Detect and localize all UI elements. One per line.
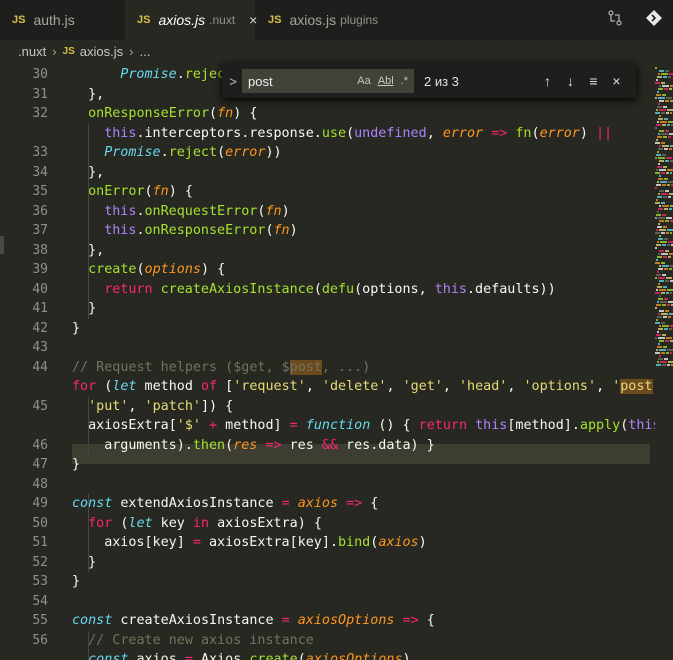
line-number: 36 [32, 203, 48, 219]
line-number: 43 [32, 340, 48, 355]
line-number: 46 [32, 437, 48, 453]
next-match-icon[interactable]: ↓ [559, 73, 582, 89]
find-input[interactable]: post Aa Abl .* [242, 69, 414, 93]
tab-label: auth.js [33, 12, 75, 28]
tab-bar: JS auth.js JS axios.js .nuxt × JS axios.… [0, 0, 673, 40]
line-number: 40 [32, 281, 48, 297]
editor-actions [607, 0, 663, 40]
line-number: 30 [32, 67, 48, 82]
line-number: 51 [32, 535, 48, 550]
line-number: 38 [32, 242, 48, 258]
javascript-file-icon: JS [268, 14, 282, 26]
line-number [0, 416, 48, 435]
tab-label: axios.js [289, 12, 337, 28]
line-number: 41 [32, 301, 48, 316]
breadcrumb: .nuxt › JS axios.js › ... [0, 40, 673, 62]
tab-axios-js-plugins[interactable]: JS axios.js plugins [256, 0, 400, 40]
match-count: 2 из 3 [424, 73, 459, 89]
code-line: this.onResponseError(fn) [104, 223, 298, 238]
code-line: } [72, 574, 81, 589]
tab-auth-js[interactable]: JS auth.js [0, 0, 124, 40]
code-line: // Create new axios instance [88, 632, 314, 648]
previous-match-icon[interactable]: ↑ [536, 73, 559, 89]
tab-description: plugins [340, 13, 379, 27]
line-number: 54 [32, 593, 48, 609]
code-line: onResponseError(fn) { [88, 106, 258, 121]
line-number: 32 [32, 106, 48, 121]
line-number: 50 [32, 515, 48, 531]
code-line: for (let method of ['request', 'delete',… [72, 379, 669, 394]
line-number: 39 [32, 262, 48, 277]
line-number: 53 [32, 574, 48, 589]
line-number: 31 [32, 86, 48, 102]
chevron-right-icon: › [129, 43, 134, 59]
close-icon[interactable]: × [605, 73, 628, 89]
chevron-right-icon: › [52, 43, 57, 59]
code-line: } [72, 457, 81, 472]
find-in-selection-icon[interactable]: ≡ [582, 73, 605, 89]
code-line: arguments).then(res => res && res.data) … [104, 437, 435, 453]
breadcrumb-folder[interactable]: .nuxt [18, 44, 46, 59]
find-widget: > post Aa Abl .* 2 из 3 ↑ ↓ ≡ × [222, 64, 636, 98]
regex-icon[interactable]: .* [401, 75, 408, 87]
match-case-icon[interactable]: Aa [357, 75, 370, 87]
find-query: post [248, 73, 273, 89]
code-editor[interactable]: 30 31 32 33 34 35 36 37 38 39 40 41 42 43 44 45 46 47 48 49… [0, 62, 673, 660]
code-line: this.interceptors.response.use(undefined… [104, 125, 613, 141]
code-line: const createAxiosInstance = axiosOptions… [72, 613, 435, 628]
line-number: 37 [32, 223, 48, 238]
toggle-replace-icon[interactable]: > [224, 74, 242, 89]
code-line: onError(fn) { [88, 184, 193, 199]
match-whole-word-icon[interactable]: Abl [378, 75, 394, 87]
javascript-file-icon: JS [12, 14, 26, 26]
breadcrumb-file[interactable]: axios.js [80, 44, 123, 59]
code-line: for (let key in axiosExtra) { [88, 515, 322, 531]
indent-guide [88, 123, 89, 319]
line-number: 56 [32, 632, 48, 648]
line-number: 52 [32, 554, 48, 570]
code-line: const extendAxiosInstance = axios => { [72, 496, 379, 511]
line-number: 44 [32, 359, 48, 375]
code-line: }, [88, 242, 105, 258]
tab-axios-js-nuxt[interactable]: JS axios.js .nuxt × [125, 0, 257, 40]
line-number [0, 124, 48, 143]
line-number: 33 [32, 145, 48, 160]
code-line: // Request helpers ($get, $post, ...) [72, 359, 371, 375]
tab-description: .nuxt [209, 13, 236, 27]
javascript-file-icon: JS [62, 45, 75, 57]
code-line: return createAxiosInstance(defu(options,… [104, 281, 556, 297]
minimap[interactable] [655, 62, 673, 660]
breadcrumb-symbol[interactable]: ... [139, 44, 150, 59]
line-number: 47 [32, 457, 48, 472]
indent-guide [88, 494, 89, 572]
line-number: 34 [32, 164, 48, 180]
code-line: axios[key] = axiosExtra[key].bind(axios) [104, 535, 427, 550]
code-line: Promise.reject(error)) [104, 145, 282, 160]
line-number: 48 [32, 476, 48, 492]
line-number: 49 [32, 496, 48, 511]
line-number: 42 [32, 320, 48, 336]
tab-label: axios.js [158, 12, 206, 28]
line-number [0, 377, 48, 396]
line-number: 55 [32, 613, 48, 628]
code-line: } [88, 554, 97, 570]
source-control-icon[interactable] [645, 9, 663, 31]
indent-guide [88, 396, 89, 455]
code-line: } [88, 301, 97, 316]
code-line: this.onRequestError(fn) [104, 203, 290, 219]
code-line: 'put', 'patch']) { [88, 398, 234, 414]
code-line: }, [88, 86, 105, 102]
line-number: 35 [32, 184, 48, 199]
code-line: const axios = Axios.create(axiosOptions) [88, 652, 411, 660]
code-line: axiosExtra['$' + method] = function () {… [88, 418, 669, 433]
code-line: create(options) { [88, 262, 226, 277]
compare-changes-icon[interactable] [607, 10, 623, 30]
line-number-gutter: 30 31 32 33 34 35 36 37 38 39 40 41 42 43 44 45 46 47 48 49… [0, 62, 56, 660]
code-line: }, [88, 164, 105, 180]
javascript-file-icon: JS [137, 14, 151, 26]
indent-guide [88, 630, 89, 660]
code-line: } [72, 320, 81, 336]
code-area: Promise.reject(},onResponseError(fn) {th… [72, 62, 669, 660]
line-number: 45 [32, 398, 48, 414]
